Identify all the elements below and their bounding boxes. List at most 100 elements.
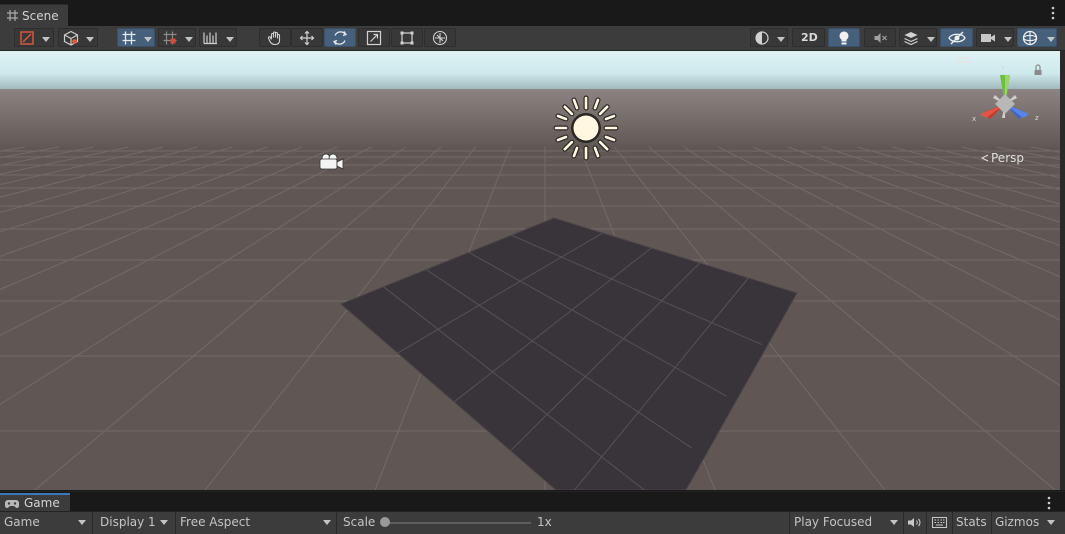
play-mode-dropdown[interactable]: Play Focused bbox=[790, 512, 903, 533]
chevron-down-icon bbox=[185, 37, 193, 42]
rotate-tool-button[interactable] bbox=[324, 28, 356, 47]
kebab-menu-icon[interactable] bbox=[1047, 496, 1051, 510]
draw-mode-icon bbox=[20, 30, 34, 45]
transform-tool-icon bbox=[432, 30, 448, 45]
chevron-down-icon bbox=[86, 37, 94, 42]
hand-tool-icon bbox=[267, 30, 281, 45]
game-toolbar: Game Display 1 Free Aspect Scale 1x Play… bbox=[0, 511, 1065, 534]
game-tab[interactable]: Game bbox=[0, 493, 70, 513]
scale-tool-button[interactable] bbox=[358, 28, 390, 47]
effects-dropdown[interactable] bbox=[899, 28, 937, 47]
chevron-down-icon bbox=[226, 37, 234, 42]
audio-icon bbox=[874, 32, 887, 43]
display-dropdown[interactable]: Display 1 bbox=[93, 512, 175, 533]
scene-tab[interactable]: Scene bbox=[0, 4, 68, 27]
shading-cube-icon bbox=[63, 30, 79, 45]
lighting-toggle[interactable] bbox=[828, 28, 860, 47]
aspect-value: Free Aspect bbox=[180, 515, 251, 529]
axis-z-label: z bbox=[1035, 114, 1039, 122]
scene-camera-icon[interactable] bbox=[317, 152, 345, 172]
view-type-dropdown[interactable]: Game bbox=[0, 512, 92, 533]
scale-label: Scale bbox=[343, 515, 376, 529]
game-tab-bar: Game bbox=[0, 491, 1065, 513]
mute-audio-toggle[interactable] bbox=[904, 512, 926, 533]
horizon-haze bbox=[0, 89, 1060, 149]
grid-snap-icon bbox=[122, 31, 136, 44]
aspect-dropdown[interactable]: Free Aspect bbox=[176, 512, 336, 533]
sky bbox=[0, 51, 1060, 91]
axis-y-label: y bbox=[1001, 63, 1005, 71]
snap-settings-dropdown[interactable] bbox=[199, 28, 237, 47]
gizmos-dropdown[interactable] bbox=[1017, 28, 1057, 47]
scale-slider-track[interactable] bbox=[384, 522, 531, 524]
grid-visibility-toggle[interactable] bbox=[117, 28, 155, 47]
grid-icon bbox=[7, 10, 18, 21]
scene-tab-bar: Scene bbox=[0, 0, 1065, 27]
audio-toggle[interactable] bbox=[864, 28, 896, 47]
display-value: Display 1 bbox=[100, 515, 156, 529]
camera-settings-dropdown[interactable] bbox=[976, 28, 1014, 47]
game-tab-label: Game bbox=[24, 496, 60, 510]
speaker-icon bbox=[908, 518, 921, 527]
move-tool-icon bbox=[299, 30, 315, 45]
shading-dropdown[interactable] bbox=[58, 28, 98, 47]
ruler-icon bbox=[203, 32, 217, 44]
visibility-icon bbox=[947, 31, 966, 44]
stats-label: Stats bbox=[956, 515, 987, 529]
transform-tool-button[interactable] bbox=[424, 28, 456, 47]
scale-value: 1x bbox=[537, 515, 552, 529]
chevron-down-icon bbox=[1047, 520, 1055, 525]
chevron-down-icon bbox=[160, 520, 168, 525]
chevron-down-icon bbox=[927, 37, 935, 42]
move-tool-button[interactable] bbox=[291, 28, 323, 47]
directional-light-icon[interactable] bbox=[553, 95, 619, 161]
gizmos-dropdown-arrow[interactable] bbox=[1039, 512, 1063, 533]
scale-slider-thumb[interactable] bbox=[380, 517, 390, 527]
chevron-down-icon bbox=[42, 37, 50, 42]
rotate-tool-icon bbox=[332, 30, 348, 45]
view-type-value: Game bbox=[4, 515, 40, 529]
scene-viewport[interactable]: y x z Persp bbox=[0, 51, 1060, 490]
scene-toolbar: 2D bbox=[0, 26, 1065, 51]
increment-snap-icon bbox=[163, 31, 177, 44]
scene-visibility-toggle[interactable] bbox=[940, 28, 973, 47]
viewport-scrollbar[interactable] bbox=[1060, 51, 1065, 490]
increment-snap-dropdown[interactable] bbox=[158, 28, 196, 47]
mode-2d-toggle[interactable]: 2D bbox=[792, 28, 825, 47]
lighting-icon bbox=[839, 31, 849, 44]
scale-tool-icon bbox=[366, 30, 382, 45]
lock-icon bbox=[1035, 64, 1041, 70]
shortcuts-toggle[interactable] bbox=[927, 512, 952, 533]
mode-2d-label: 2D bbox=[801, 31, 818, 44]
view-projection-label: Persp bbox=[991, 151, 1024, 165]
stats-toggle[interactable]: Stats bbox=[953, 512, 991, 533]
scene-render bbox=[0, 51, 1060, 490]
gizmos-icon bbox=[1022, 30, 1038, 45]
camera-icon bbox=[981, 33, 995, 42]
rect-tool-icon bbox=[400, 31, 414, 44]
keyboard-icon bbox=[932, 517, 947, 528]
chevron-down-icon bbox=[78, 520, 86, 525]
render-mode-dropdown[interactable] bbox=[750, 28, 788, 47]
gizmos-toggle[interactable]: Gizmos bbox=[992, 512, 1039, 533]
axis-gizmo-icon[interactable]: y x z Persp bbox=[952, 54, 1052, 166]
chevron-down-icon bbox=[777, 37, 785, 42]
rect-tool-button[interactable] bbox=[391, 28, 423, 47]
axis-x-label: x bbox=[972, 115, 976, 123]
lock-icon-body bbox=[1034, 70, 1042, 75]
chevron-down-icon bbox=[890, 520, 898, 525]
gamepad-icon bbox=[5, 500, 19, 508]
chevron-down-icon bbox=[323, 520, 331, 525]
gizmos-label: Gizmos bbox=[995, 515, 1040, 529]
effects-icon bbox=[904, 31, 918, 45]
render-mode-icon bbox=[755, 30, 769, 45]
hand-tool-button[interactable] bbox=[259, 28, 291, 47]
draw-mode-dropdown[interactable] bbox=[14, 28, 54, 47]
chevron-down-icon bbox=[1004, 37, 1012, 42]
chevron-down-icon bbox=[144, 37, 152, 42]
chevron-down-icon bbox=[1047, 37, 1055, 42]
scene-tab-label: Scene bbox=[22, 9, 59, 23]
play-mode-value: Play Focused bbox=[794, 515, 873, 529]
kebab-menu-icon[interactable] bbox=[1051, 6, 1055, 20]
divider bbox=[336, 512, 337, 534]
